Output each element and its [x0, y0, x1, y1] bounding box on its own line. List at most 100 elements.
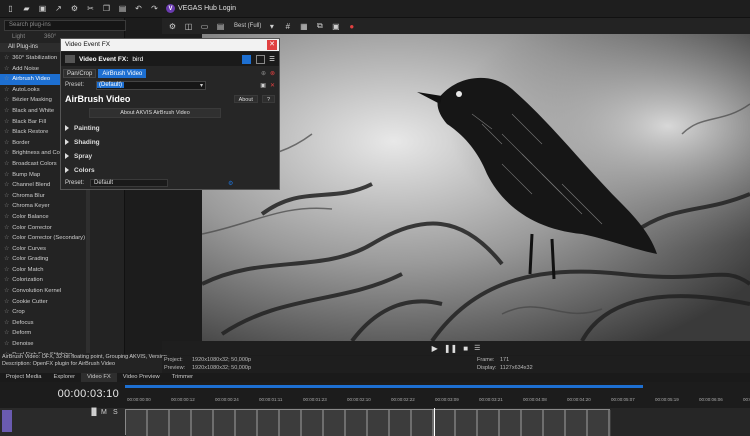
star-icon[interactable]: ☆ [4, 76, 9, 82]
help-button[interactable]: ? [261, 95, 275, 103]
plugin-list-item[interactable]: ☆ Colorization [0, 275, 92, 286]
mute-solo-icon[interactable]: ▐▌ [89, 409, 99, 416]
section-shading[interactable]: Shading [65, 136, 275, 148]
star-icon[interactable]: ☆ [4, 214, 9, 220]
star-icon[interactable]: ☆ [4, 161, 9, 167]
copy-icon[interactable]: ❐ [101, 3, 112, 14]
tab-trimmer[interactable]: Trimmer [166, 373, 199, 382]
plugin-list-item[interactable]: ☆ Cookie Cutter [0, 297, 92, 308]
record-icon[interactable]: ● [346, 21, 357, 32]
fx-icon[interactable]: ▤ [215, 21, 226, 32]
all-plugins-folder[interactable]: All Plug-ins [0, 43, 60, 52]
star-icon[interactable]: ☆ [4, 288, 9, 294]
preset-manage-icon[interactable]: ⚙ [228, 180, 233, 187]
loop-region[interactable] [125, 385, 643, 388]
layout-icon[interactable] [256, 54, 266, 64]
quality-select[interactable]: Best (Full) [234, 23, 261, 29]
star-icon[interactable]: ☆ [4, 87, 9, 93]
plugin-list-item[interactable]: ☆ Color Corrector [0, 223, 92, 234]
tab-explorer[interactable]: Explorer [47, 373, 81, 382]
star-icon[interactable]: ☆ [4, 129, 9, 135]
plugin-search-input[interactable]: Search plug-ins [4, 20, 126, 31]
star-icon[interactable]: ☆ [4, 330, 9, 336]
video-preview[interactable] [202, 34, 750, 341]
plugin-list-item[interactable]: ☆ Color Match [0, 265, 92, 276]
chain-view-icon[interactable] [242, 54, 252, 64]
new-file-icon[interactable]: ▯ [5, 3, 16, 14]
filter-light[interactable]: Light [12, 34, 25, 40]
delete-preset-icon[interactable]: ✕ [270, 82, 275, 89]
plugin-list-item[interactable]: ☆ Denoise [0, 339, 92, 350]
star-icon[interactable]: ☆ [4, 203, 9, 209]
timeline-ruler[interactable]: 00:00:00:00 00:00:00:12 00:00:00:24 00:00:0… [125, 383, 750, 407]
plugin-list-item[interactable]: ☆ Color Balance [0, 212, 92, 223]
close-icon[interactable]: ✕ [267, 40, 277, 50]
play-icon[interactable]: ▶ [432, 344, 438, 353]
star-icon[interactable]: ☆ [4, 256, 9, 262]
copy-snapshot-icon[interactable]: ⧉ [314, 21, 325, 32]
cut-icon[interactable]: ✂ [85, 3, 96, 14]
paste-icon[interactable]: ▤ [117, 3, 128, 14]
mute-button[interactable]: M [101, 409, 107, 416]
preset-select[interactable]: (Default) ▾ [96, 80, 207, 90]
star-icon[interactable]: ☆ [4, 108, 9, 114]
overlay-icon[interactable]: ▦ [298, 21, 309, 32]
save-preset-icon[interactable]: ▣ [260, 82, 266, 89]
menu-icon[interactable]: ☰ [474, 344, 480, 352]
filter-360[interactable]: 360° [44, 34, 56, 40]
undo-icon[interactable]: ↶ [133, 3, 144, 14]
external-monitor-icon[interactable]: ▭ [199, 21, 210, 32]
star-icon[interactable]: ☆ [4, 320, 9, 326]
star-icon[interactable]: ☆ [4, 140, 9, 146]
plugin-list-item[interactable]: ☆ Color Corrector (Secondary) [0, 233, 92, 244]
star-icon[interactable]: ☆ [4, 150, 9, 156]
pause-icon[interactable]: ❚❚ [444, 344, 457, 353]
plugin-list-item[interactable]: ☆ Deform [0, 328, 92, 339]
save-icon[interactable]: ▣ [37, 3, 48, 14]
stop-icon[interactable]: ■ [463, 344, 468, 353]
star-icon[interactable]: ☆ [4, 119, 9, 125]
star-icon[interactable]: ☆ [4, 182, 9, 188]
about-button[interactable]: About [233, 95, 258, 103]
plugin-list-item[interactable]: ☆ Chroma Keyer [0, 201, 92, 212]
section-spray[interactable]: Spray [65, 150, 275, 162]
star-icon[interactable]: ☆ [4, 267, 9, 273]
hub-login[interactable]: V VEGAS Hub Login [166, 4, 236, 13]
plugin-list-item[interactable]: ☆ Convolution Kernel [0, 286, 92, 297]
plugin-preset-select[interactable]: Default [90, 179, 169, 187]
star-icon[interactable]: ☆ [4, 341, 9, 347]
section-colors[interactable]: Colors [65, 164, 275, 176]
star-icon[interactable]: ☆ [4, 277, 9, 283]
settings-icon[interactable]: ⚙ [69, 3, 80, 14]
open-folder-icon[interactable]: ▰ [21, 3, 32, 14]
preview-settings-icon[interactable]: ⚙ [167, 21, 178, 32]
star-icon[interactable]: ☆ [4, 225, 9, 231]
star-icon[interactable]: ☆ [4, 309, 9, 315]
redo-icon[interactable]: ↷ [149, 3, 160, 14]
star-icon[interactable]: ☆ [4, 299, 9, 305]
star-icon[interactable]: ☆ [4, 55, 9, 61]
chain-pan-crop[interactable]: Pan/Crop [63, 68, 97, 78]
tab-video-preview[interactable]: Video Preview [117, 373, 166, 382]
about-akvis-button[interactable]: About AKVIS AirBrush Video [89, 108, 221, 118]
star-icon[interactable]: ☆ [4, 235, 9, 241]
remove-fx-icon[interactable]: ⊗ [270, 70, 275, 77]
save-snapshot-icon[interactable]: ▣ [330, 21, 341, 32]
tab-project-media[interactable]: Project Media [0, 373, 47, 382]
grid-icon[interactable]: # [282, 21, 293, 32]
menu-icon[interactable]: ☰ [269, 55, 275, 63]
star-icon[interactable]: ☆ [4, 97, 9, 103]
tab-video-fx[interactable]: Video FX [81, 373, 117, 382]
chain-airbrush-video[interactable]: AirBrush Video [98, 68, 147, 78]
video-clip[interactable] [125, 409, 611, 436]
playhead[interactable] [434, 408, 435, 436]
star-icon[interactable]: ☆ [4, 246, 9, 252]
plugin-list-item[interactable]: ☆ Color Grading [0, 254, 92, 265]
plugin-list-item[interactable]: ☆ Color Curves [0, 244, 92, 255]
split-icon[interactable]: ◫ [183, 21, 194, 32]
star-icon[interactable]: ☆ [4, 66, 9, 72]
export-icon[interactable]: ↗ [53, 3, 64, 14]
section-painting[interactable]: Painting [65, 122, 275, 134]
plugin-list-item[interactable]: ☆ Defocus [0, 318, 92, 329]
star-icon[interactable]: ☆ [4, 172, 9, 178]
